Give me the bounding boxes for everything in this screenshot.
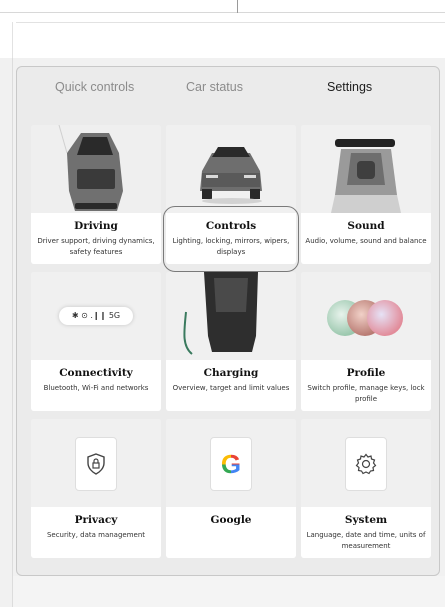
controls-title: Controls xyxy=(205,220,257,232)
controls-car-image xyxy=(166,125,296,213)
gear-icon xyxy=(355,453,377,475)
system-title: System xyxy=(344,514,388,526)
tile-connectivity[interactable]: ✱ ⊙ .❙❙ 5G Connectivity Bluetooth, Wi-Fi… xyxy=(31,272,161,411)
top-frame xyxy=(0,0,445,58)
charging-caption: Charging Overview, target and limit valu… xyxy=(166,360,296,411)
tile-privacy[interactable]: Privacy Security, data management xyxy=(31,419,161,558)
header-left-border xyxy=(12,22,13,58)
top-vertical-divider xyxy=(237,0,238,13)
privacy-icon-box xyxy=(75,437,117,491)
connectivity-subtitle: Bluetooth, Wi-Fi and networks xyxy=(43,384,149,392)
google-icon-area: G xyxy=(166,419,296,507)
google-logo-icon: G xyxy=(220,448,242,479)
tab-bar: Quick controls Car status Settings xyxy=(17,67,439,113)
charging-car-image xyxy=(166,272,296,360)
tile-profile[interactable]: Profile Switch profile, manage keys, loc… xyxy=(301,272,431,411)
privacy-caption: Privacy Security, data management xyxy=(31,507,161,558)
tab-car-status[interactable]: Car status xyxy=(186,80,243,94)
sound-subtitle: Audio, volume, sound and balance xyxy=(305,237,427,245)
google-title: Google xyxy=(210,514,252,526)
connectivity-caption: Connectivity Bluetooth, Wi-Fi and networ… xyxy=(31,360,161,411)
profile-subtitle: Switch profile, manage keys, lock profil… xyxy=(307,384,425,403)
tab-settings[interactable]: Settings xyxy=(327,80,372,94)
privacy-title: Privacy xyxy=(74,514,118,526)
shield-lock-icon xyxy=(87,453,105,475)
driving-title: Driving xyxy=(74,220,118,232)
charging-title: Charging xyxy=(203,367,259,379)
sound-title: Sound xyxy=(347,220,385,232)
tab-quick-controls[interactable]: Quick controls xyxy=(55,80,134,94)
driving-subtitle: Driver support, driving dynamics, safety… xyxy=(37,237,155,256)
system-subtitle: Language, date and time, units of measur… xyxy=(306,531,426,550)
controls-subtitle: Lighting, locking, mirrors, wipers, disp… xyxy=(172,237,290,256)
header-divider xyxy=(16,22,445,23)
google-caption: Google xyxy=(166,507,296,558)
profile-bubbles-image xyxy=(301,272,431,360)
top-divider xyxy=(0,12,445,13)
charging-subtitle: Overview, target and limit values xyxy=(172,384,290,392)
tile-sound[interactable]: Sound Audio, volume, sound and balance xyxy=(301,125,431,264)
connectivity-status-chip: ✱ ⊙ .❙❙ 5G xyxy=(59,307,133,325)
profile-caption: Profile Switch profile, manage keys, loc… xyxy=(301,360,431,411)
outer-left-border xyxy=(12,58,13,607)
connectivity-title: Connectivity xyxy=(59,367,133,379)
tile-controls[interactable]: Controls Lighting, locking, mirrors, wip… xyxy=(166,125,296,264)
bluetooth-wifi-signal-icon: ✱ ⊙ .❙❙ 5G xyxy=(71,311,121,320)
system-caption: System Language, date and time, units of… xyxy=(301,507,431,558)
bottom-area xyxy=(13,576,445,607)
privacy-subtitle: Security, data management xyxy=(46,531,146,539)
sound-caption: Sound Audio, volume, sound and balance xyxy=(301,213,431,264)
sound-seats-image xyxy=(301,125,431,213)
tile-charging[interactable]: Charging Overview, target and limit valu… xyxy=(166,272,296,411)
profile-title: Profile xyxy=(346,367,386,379)
system-icon-box xyxy=(345,437,387,491)
system-icon-area xyxy=(301,419,431,507)
connectivity-image: ✱ ⊙ .❙❙ 5G xyxy=(31,272,161,360)
driving-car-image xyxy=(31,125,161,213)
privacy-icon-area xyxy=(31,419,161,507)
controls-caption: Controls Lighting, locking, mirrors, wip… xyxy=(166,213,296,264)
driving-caption: Driving Driver support, driving dynamics… xyxy=(31,213,161,264)
tile-system[interactable]: System Language, date and time, units of… xyxy=(301,419,431,558)
google-icon-box: G xyxy=(210,437,252,491)
tile-driving[interactable]: Driving Driver support, driving dynamics… xyxy=(31,125,161,264)
tile-google[interactable]: G Google xyxy=(166,419,296,558)
